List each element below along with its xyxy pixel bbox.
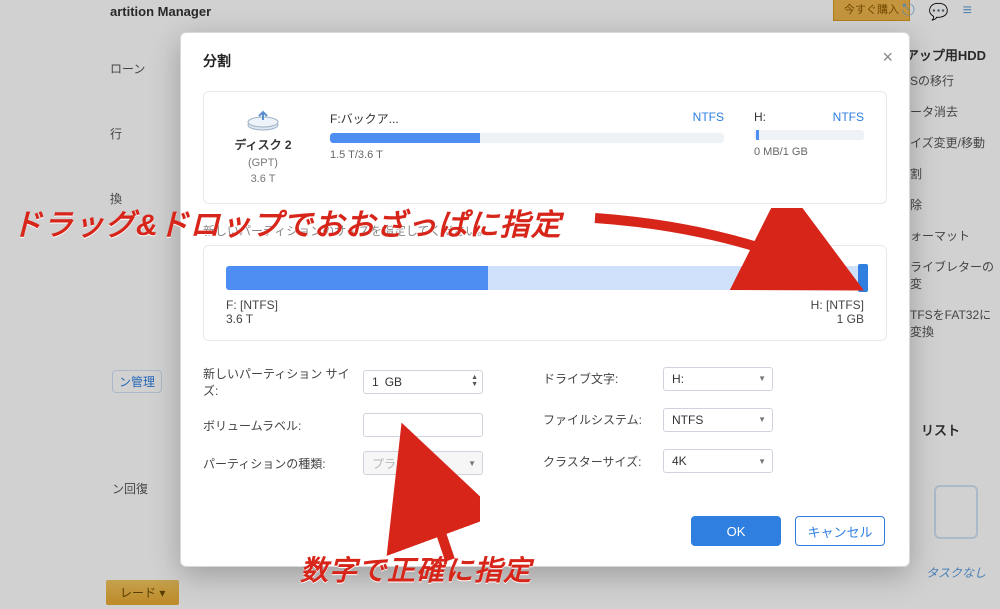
partition-h-label: H: (754, 110, 766, 124)
spinner-icon[interactable]: ▲▼ (471, 374, 478, 388)
split-adjust-panel: F: [NTFS] 3.6 T H: [NTFS] 1 GB (203, 245, 887, 341)
disk-size: 3.6 T (251, 173, 276, 185)
split-left-label: F: [NTFS] 3.6 T (226, 298, 278, 326)
partition-h-usage: 0 MB/1 GB (754, 146, 864, 158)
chevron-down-icon: ▼ (468, 459, 476, 468)
split-slider[interactable] (226, 266, 864, 290)
split-right-label: H: [NTFS] 1 GB (811, 298, 864, 326)
cluster-select[interactable]: 4K▼ (663, 449, 773, 473)
volume-input[interactable] (363, 413, 483, 437)
volume-label: ボリュームラベル: (203, 417, 363, 434)
dialog-title: 分割 (203, 51, 887, 71)
chevron-down-icon[interactable]: ▼ (758, 457, 766, 466)
drive-label: ドライブ文字: (543, 370, 663, 387)
cancel-button[interactable]: キャンセル (795, 516, 885, 546)
partition-h-bar: H: NTFS 0 MB/1 GB (754, 110, 864, 158)
cluster-label: クラスターサイズ: (543, 453, 663, 470)
partition-f-usage: 1.5 T/3.6 T (330, 149, 724, 161)
fs-select[interactable]: NTFS▼ (663, 408, 773, 432)
disk-style: (GPT) (248, 157, 278, 169)
disk-info: ディスク 2 (GPT) 3.6 T (226, 110, 300, 185)
type-select: プライ...▼ (363, 451, 483, 475)
split-dialog: 分割 × ディスク 2 (GPT) 3.6 T F:バックア... NTFS 1… (180, 32, 910, 567)
partition-f-bar: F:バックア... NTFS 1.5 T/3.6 T (330, 110, 724, 161)
disk-overview-panel: ディスク 2 (GPT) 3.6 T F:バックア... NTFS 1.5 T/… (203, 91, 887, 204)
partition-h-fs: NTFS (833, 110, 864, 124)
drive-select[interactable]: H:▼ (663, 367, 773, 391)
split-handle[interactable] (858, 264, 868, 292)
form-area: 新しいパーティション サイズ: 1GB ▲▼ ボリュームラベル: パーティション… (203, 365, 887, 475)
size-stepper[interactable]: 1GB ▲▼ (363, 370, 483, 394)
partition-f-fs: NTFS (693, 110, 724, 127)
chevron-down-icon[interactable]: ▼ (758, 415, 766, 424)
form-right-col: ドライブ文字: H:▼ ファイルシステム: NTFS▼ クラスターサイズ: 4K… (543, 365, 773, 475)
disk-name: ディスク 2 (234, 136, 291, 153)
ok-button[interactable]: OK (691, 516, 781, 546)
close-icon[interactable]: × (882, 47, 893, 68)
fs-label: ファイルシステム: (543, 411, 663, 428)
size-label: 新しいパーティション サイズ: (203, 365, 363, 399)
type-label: パーティションの種類: (203, 455, 363, 472)
instruction-text: 新しいパーティションのサイズを指定してください。 (203, 222, 887, 239)
disk-icon (245, 110, 281, 132)
form-left-col: 新しいパーティション サイズ: 1GB ▲▼ ボリュームラベル: パーティション… (203, 365, 483, 475)
chevron-down-icon[interactable]: ▼ (758, 374, 766, 383)
partition-f-label: F:バックア... (330, 110, 399, 127)
